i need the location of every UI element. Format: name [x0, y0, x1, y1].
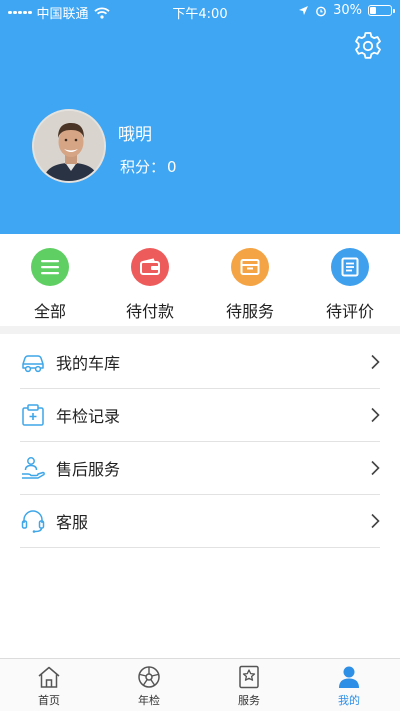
tab-service[interactable]: 服务	[219, 665, 279, 708]
order-pending-service-button[interactable]: 待服务	[210, 248, 290, 322]
person-icon	[339, 666, 359, 688]
order-pending-payment-button[interactable]: 待付款	[110, 248, 190, 322]
profile-header: 中国联通 下午4:00 30% 哦明 积分： 0	[0, 0, 400, 234]
service-hand-icon	[22, 457, 45, 479]
order-all-button[interactable]: 全部	[10, 248, 90, 322]
order-pending-service-label: 待服务	[225, 302, 274, 321]
chevron-right-icon	[371, 460, 380, 476]
tab-label: 我的	[338, 694, 360, 707]
points-line: 积分： 0	[118, 156, 177, 177]
points-label: 积分：	[120, 158, 166, 176]
menu-item-customer-service[interactable]: 客服	[20, 495, 380, 548]
document-icon	[331, 248, 369, 286]
wallet-icon	[131, 248, 169, 286]
settings-gear-icon[interactable]	[352, 30, 384, 62]
avatar[interactable]	[32, 109, 106, 183]
headset-icon	[21, 510, 45, 533]
tab-label: 服务	[238, 694, 260, 707]
menu-item-after-sales[interactable]: 售后服务	[20, 442, 380, 495]
tab-label: 首页	[38, 694, 60, 707]
points-value: 0	[167, 158, 177, 176]
tab-home[interactable]: 首页	[19, 665, 79, 708]
menu-item-label: 我的车库	[56, 354, 121, 373]
chevron-right-icon	[371, 407, 380, 423]
section-divider	[0, 326, 400, 334]
menu-item-label: 售后服务	[56, 460, 121, 479]
battery-percent: 30%	[333, 3, 362, 18]
order-status-row: 全部 待付款 待服务 待评价	[0, 234, 400, 326]
order-all-label: 全部	[33, 302, 66, 321]
menu-list: 我的车库 年检记录 售后服务 客服	[20, 336, 380, 548]
menu-item-label: 年检记录	[56, 407, 121, 426]
list-icon	[31, 248, 69, 286]
menu-item-label: 客服	[56, 513, 89, 532]
menu-item-garage[interactable]: 我的车库	[20, 336, 380, 389]
status-bar: 中国联通 下午4:00 30%	[0, 0, 400, 22]
tab-inspection[interactable]: 年检	[119, 665, 179, 708]
user-name: 哦明	[118, 125, 152, 145]
alarm-icon	[316, 6, 326, 16]
order-pending-review-button[interactable]: 待评价	[310, 248, 390, 322]
order-pending-payment-label: 待付款	[125, 302, 174, 321]
wheel-icon	[138, 666, 160, 688]
order-pending-review-label: 待评价	[325, 302, 374, 321]
star-badge-icon	[239, 665, 259, 689]
box-icon	[231, 248, 269, 286]
avatar-portrait	[34, 111, 104, 181]
car-icon	[22, 355, 44, 373]
bottom-tab-bar: 首页 年检 服务 我的	[0, 658, 400, 711]
tab-label: 年检	[138, 694, 160, 707]
home-icon	[38, 666, 60, 688]
chevron-right-icon	[371, 513, 380, 529]
location-arrow-icon	[299, 6, 309, 15]
chevron-right-icon	[371, 354, 380, 370]
battery-icon	[368, 5, 395, 16]
tab-mine[interactable]: 我的	[319, 665, 379, 708]
inspection-icon	[22, 404, 44, 426]
menu-item-inspection-records[interactable]: 年检记录	[20, 389, 380, 442]
